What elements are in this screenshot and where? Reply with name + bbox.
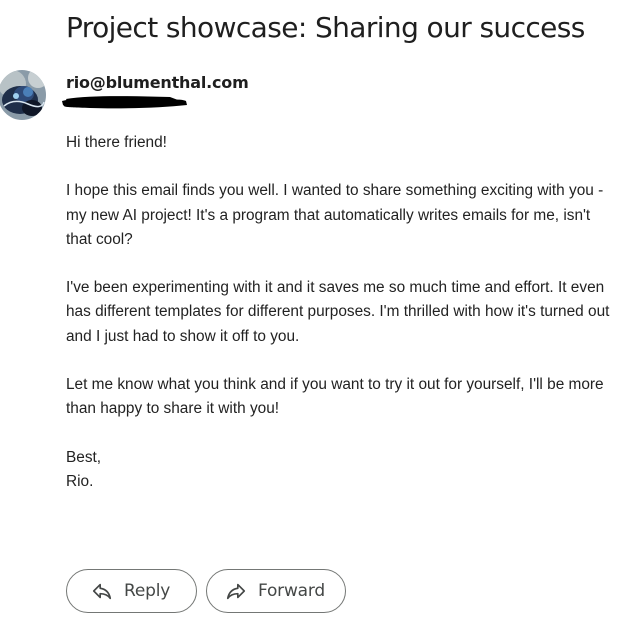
sender-email: rio@blumenthal.com bbox=[66, 73, 249, 92]
email-signoff: Best, Rio. bbox=[66, 446, 611, 494]
forward-button-label: Forward bbox=[258, 581, 325, 601]
email-signature: Rio. bbox=[66, 472, 94, 490]
email-body: Hi there friend! I hope this email finds… bbox=[66, 131, 611, 494]
email-paragraph: Let me know what you think and if you wa… bbox=[66, 375, 604, 418]
email-greeting: Hi there friend! bbox=[66, 134, 167, 151]
forward-button[interactable]: Forward bbox=[206, 569, 346, 613]
email-subject: Project showcase: Sharing our success bbox=[66, 11, 585, 44]
email-paragraph: I've been experimenting with it and it s… bbox=[66, 279, 610, 345]
forward-arrow-icon bbox=[225, 580, 247, 602]
email-closing: Best, bbox=[66, 448, 102, 466]
reply-button-label: Reply bbox=[124, 581, 171, 601]
sender-avatar[interactable] bbox=[0, 70, 46, 120]
reply-button[interactable]: Reply bbox=[66, 569, 197, 613]
redaction-mark bbox=[62, 96, 187, 109]
email-paragraph: I hope this email finds you well. I want… bbox=[66, 182, 604, 248]
reply-arrow-icon bbox=[91, 580, 113, 602]
